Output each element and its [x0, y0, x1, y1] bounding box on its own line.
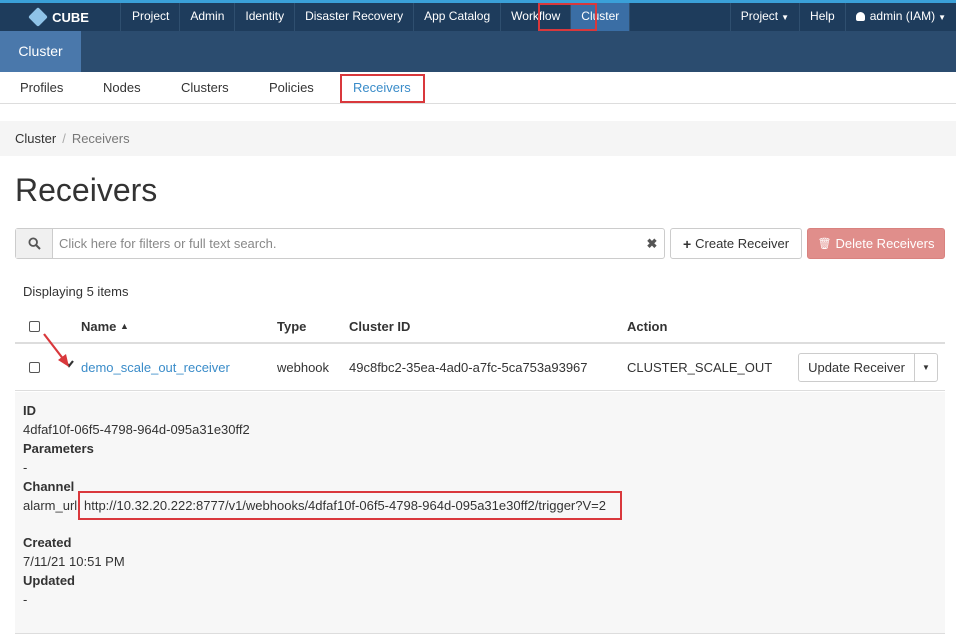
clear-search-icon[interactable]: ✖: [640, 229, 664, 258]
nav-identity[interactable]: Identity: [235, 3, 296, 31]
chevron-down-icon: ▼: [781, 13, 790, 22]
nav-cluster[interactable]: Cluster: [571, 3, 631, 31]
receiver-action: CLUSTER_SCALE_OUT: [627, 360, 773, 375]
breadcrumb-separator: /: [62, 131, 66, 146]
delete-receivers-button[interactable]: 🗑 Delete Receivers: [807, 228, 945, 259]
detail-channel-label: Channel: [23, 479, 75, 494]
project-dropdown[interactable]: Project ▼: [729, 3, 799, 31]
top-navbar: CUBE Project Admin Identity Disaster Rec…: [0, 0, 956, 31]
panel-tabs: Profiles Nodes Clusters Policies Receive…: [0, 72, 956, 104]
nav-project[interactable]: Project: [122, 3, 181, 31]
brand-name: CUBE: [52, 9, 89, 25]
breadcrumb-root[interactable]: Cluster: [15, 131, 56, 146]
user-menu-label: admin (IAM): [869, 9, 936, 23]
detail-updated-label: Updated: [23, 573, 75, 588]
user-menu[interactable]: admin (IAM) ▼: [844, 3, 956, 31]
header-action[interactable]: Action: [627, 319, 667, 334]
create-receiver-label: Create Receiver: [695, 236, 790, 251]
tab-clusters[interactable]: Clusters: [181, 72, 229, 104]
item-count: Displaying 5 items: [23, 284, 129, 299]
help-link[interactable]: Help: [799, 3, 845, 31]
nav-admin[interactable]: Admin: [180, 3, 236, 31]
top-nav-right: Project ▼ Help admin (IAM) ▼: [729, 3, 956, 31]
receiver-name-link[interactable]: demo_scale_out_receiver: [81, 360, 230, 375]
row-actions-dropdown[interactable]: ▼: [914, 353, 938, 382]
header-cluster-id[interactable]: Cluster ID: [349, 319, 410, 334]
header-type[interactable]: Type: [277, 319, 306, 334]
nav-disaster-recovery[interactable]: Disaster Recovery: [295, 3, 415, 31]
plus-icon: +: [682, 235, 692, 252]
search-bar: ✖: [15, 228, 665, 259]
update-receiver-button[interactable]: Update Receiver: [798, 353, 915, 382]
tab-receivers[interactable]: Receivers: [353, 72, 411, 104]
caret-down-icon: ▼: [922, 363, 930, 372]
tab-policies[interactable]: Policies: [269, 72, 314, 104]
receiver-cluster-id: 49c8fbc2-35ea-4ad0-a7fc-5ca753a93967: [349, 360, 588, 375]
detail-parameters-value: -: [23, 460, 28, 475]
trash-icon: 🗑: [817, 238, 832, 250]
header-name-label: Name: [81, 319, 117, 334]
create-receiver-button[interactable]: + Create Receiver: [670, 228, 802, 259]
header-name[interactable]: Name ▲: [81, 319, 129, 334]
user-icon: [855, 12, 865, 21]
detail-id-value: 4dfaf10f-06f5-4798-964d-095a31e30ff2: [23, 422, 250, 437]
page-title: Receivers: [15, 172, 158, 208]
nav-app-catalog[interactable]: App Catalog: [414, 3, 502, 31]
detail-channel-url: http://10.32.20.222:8777/v1/webhooks/4df…: [84, 498, 606, 513]
tab-nodes[interactable]: Nodes: [103, 72, 141, 104]
search-input[interactable]: [53, 229, 640, 258]
top-nav: Project Admin Identity Disaster Recovery…: [122, 3, 631, 31]
chevron-down-icon: ▼: [938, 13, 946, 22]
table-row: demo_scale_out_receiver webhook 49c8fbc2…: [15, 344, 945, 391]
detail-parameters-label: Parameters: [23, 441, 94, 456]
project-dropdown-label: Project: [740, 9, 779, 23]
receiver-detail-panel: ID 4dfaf10f-06f5-4798-964d-095a31e30ff2 …: [15, 392, 945, 634]
search-icon: [16, 229, 53, 258]
breadcrumb-current: Receivers: [71, 131, 130, 146]
dashboard-bar: Cluster: [0, 31, 956, 72]
sort-asc-icon: ▲: [120, 321, 129, 331]
detail-channel-key: alarm_url: [23, 498, 78, 513]
arrow-annotation-icon: [43, 333, 69, 367]
detail-created-label: Created: [23, 535, 72, 550]
detail-id-label: ID: [23, 403, 36, 418]
receiver-type: webhook: [277, 360, 330, 375]
dashboard-tab-cluster[interactable]: Cluster: [0, 31, 81, 72]
breadcrumb: Cluster / Receivers: [0, 121, 956, 156]
detail-created-value: 7/11/21 10:51 PM: [23, 554, 125, 569]
detail-updated-value: -: [23, 592, 28, 607]
nav-workflow[interactable]: Workflow: [501, 3, 572, 31]
brand-logo[interactable]: CUBE: [0, 3, 121, 31]
tab-profiles[interactable]: Profiles: [20, 72, 63, 104]
delete-receivers-label: Delete Receivers: [835, 236, 935, 251]
cube-logo-icon: [28, 7, 48, 27]
table-header: Name ▲ Type Cluster ID Action: [15, 312, 945, 344]
